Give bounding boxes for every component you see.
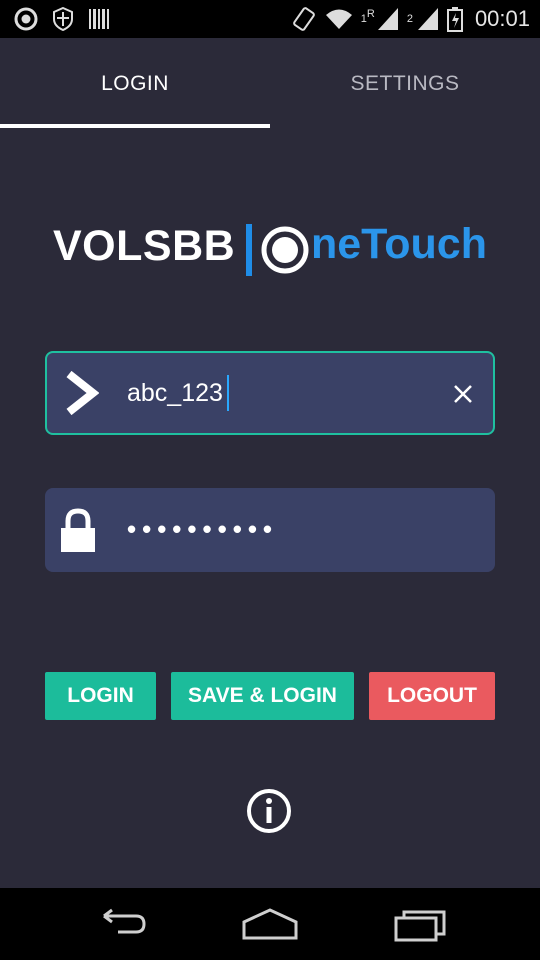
- circle-icon: [14, 7, 38, 31]
- app-logo: VOLSBB neTouch: [0, 212, 540, 282]
- navigation-bar: [0, 888, 540, 960]
- tab-indicator: [0, 124, 270, 128]
- status-bar: 1 R 2 00:01: [0, 0, 540, 38]
- logo-brand: VOLSBB: [53, 222, 236, 270]
- lock-icon: [61, 508, 95, 552]
- close-icon[interactable]: [447, 378, 479, 410]
- roaming-label: R: [366, 8, 375, 20]
- sim2-label: 2: [406, 13, 413, 25]
- barcode-icon: [89, 9, 109, 29]
- username-field[interactable]: abc_123: [45, 351, 495, 435]
- signal-icon: [417, 8, 438, 30]
- wifi-icon: [325, 9, 352, 29]
- tab-bar: LOGIN SETTINGS: [0, 38, 540, 128]
- password-field[interactable]: ••••••••••: [45, 488, 495, 572]
- clock: 00:01: [474, 6, 530, 31]
- logo-product: neTouch: [311, 220, 487, 268]
- shield-icon: [53, 7, 73, 31]
- battery-icon: [446, 7, 463, 32]
- back-icon[interactable]: [90, 904, 150, 944]
- password-value[interactable]: ••••••••••: [127, 514, 278, 545]
- logout-button[interactable]: LOGOUT: [369, 672, 495, 720]
- logo-divider: [246, 224, 252, 276]
- username-value[interactable]: abc_123: [127, 379, 223, 408]
- text-caret: [227, 375, 229, 411]
- info-icon[interactable]: [246, 788, 292, 834]
- rotate-icon: [292, 7, 315, 31]
- tab-settings[interactable]: SETTINGS: [270, 38, 540, 128]
- tab-login[interactable]: LOGIN: [0, 38, 270, 128]
- signal-icon: [377, 8, 398, 30]
- logo-o-icon: [261, 226, 309, 274]
- save-and-login-button[interactable]: SAVE & LOGIN: [171, 672, 354, 720]
- chevron-right-icon: [66, 370, 99, 416]
- recents-icon[interactable]: [392, 904, 452, 944]
- login-button[interactable]: LOGIN: [45, 672, 156, 720]
- home-icon[interactable]: [240, 904, 300, 944]
